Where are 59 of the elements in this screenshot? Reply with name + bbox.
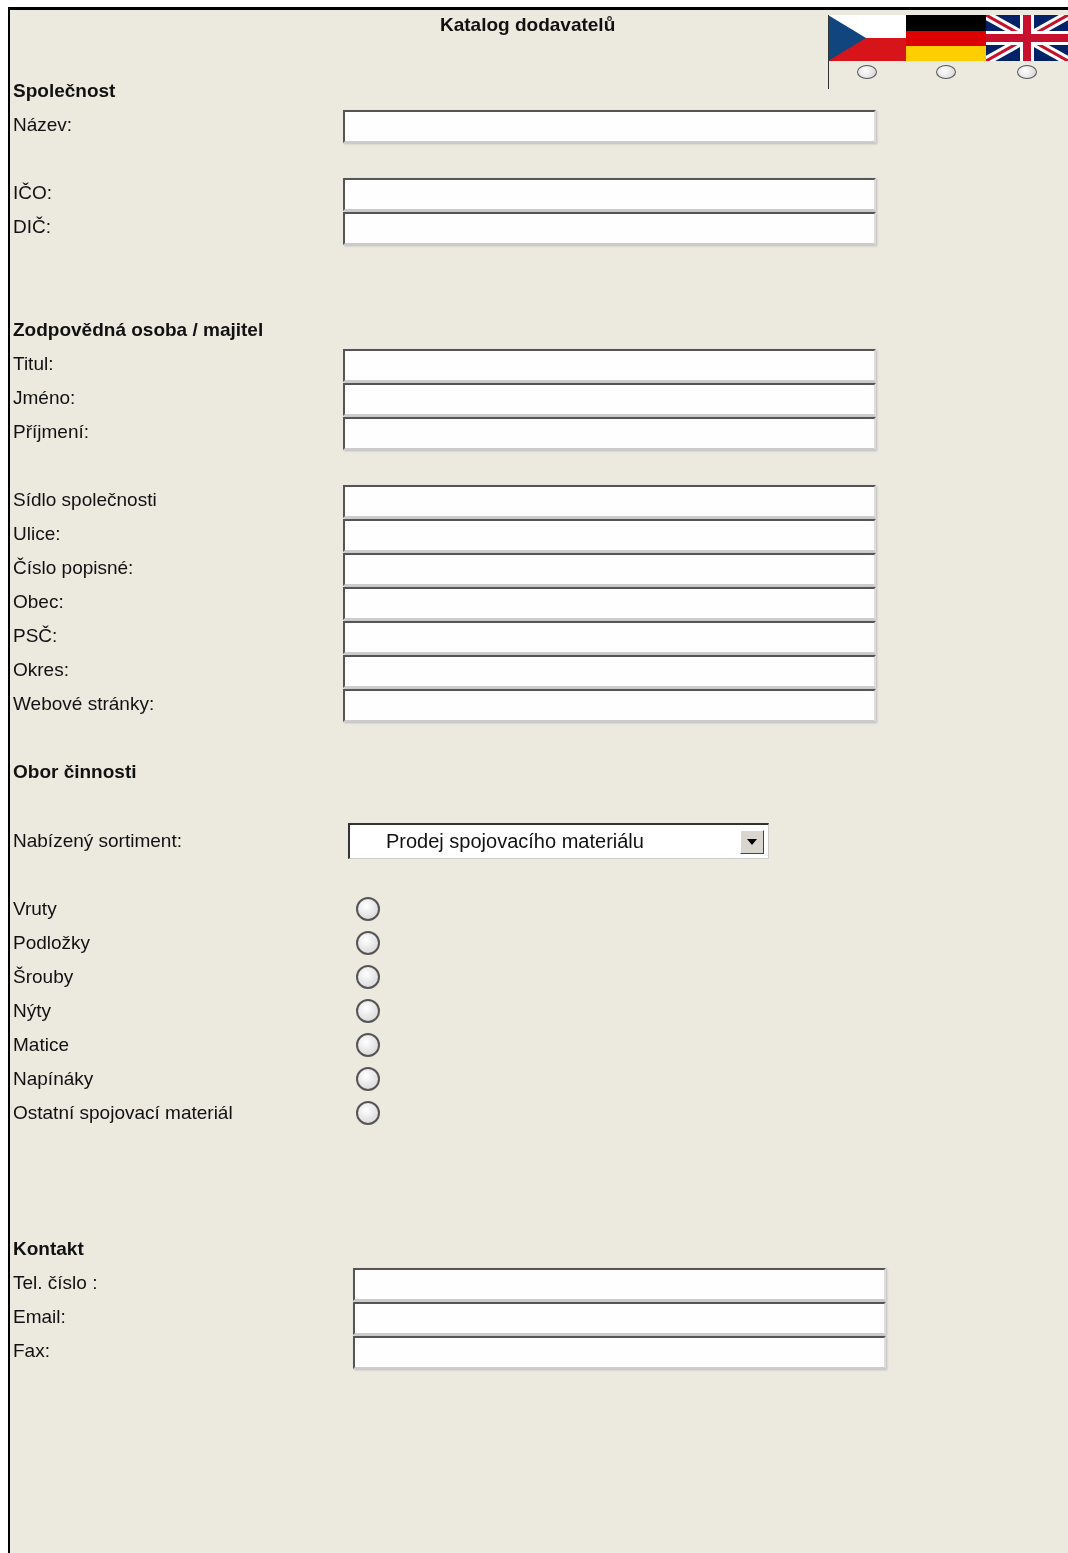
british-flag-icon[interactable] xyxy=(986,15,1068,61)
field-label: Webové stránky: xyxy=(13,693,156,715)
text-field[interactable] xyxy=(343,586,876,620)
text-field[interactable] xyxy=(343,416,876,450)
language-radio[interactable] xyxy=(936,65,956,79)
field-label: Číslo popisné: xyxy=(13,557,135,579)
text-field[interactable] xyxy=(353,1301,886,1335)
section-heading: Společnost xyxy=(13,80,116,102)
czech-flag-icon[interactable] xyxy=(828,15,906,61)
option-label: Napínáky xyxy=(13,1068,95,1090)
text-field[interactable] xyxy=(343,620,876,654)
text-field[interactable] xyxy=(343,382,876,416)
radio-button[interactable] xyxy=(356,931,380,955)
field-label: Tel. číslo : xyxy=(13,1272,99,1294)
form-title: Katalog dodavatelů xyxy=(440,14,616,36)
language-radio[interactable] xyxy=(857,65,877,79)
text-field[interactable] xyxy=(343,177,876,211)
field-label: Ulice: xyxy=(13,523,62,545)
text-field[interactable] xyxy=(343,518,876,552)
option-label: Ostatní spojovací materiál xyxy=(13,1102,234,1124)
text-field[interactable] xyxy=(343,688,876,722)
text-field[interactable] xyxy=(353,1335,886,1369)
option-label: Vruty xyxy=(13,898,58,920)
section-heading: Obor činnosti xyxy=(13,761,137,783)
field-label: PSČ: xyxy=(13,625,59,647)
text-field[interactable] xyxy=(343,348,876,382)
text-field[interactable] xyxy=(343,654,876,688)
field-label: IČO: xyxy=(13,182,54,204)
text-field[interactable] xyxy=(343,211,876,245)
field-label: Email: xyxy=(13,1306,67,1328)
text-field[interactable] xyxy=(343,484,876,518)
text-field[interactable] xyxy=(343,552,876,586)
radio-button[interactable] xyxy=(356,897,380,921)
field-label: Fax: xyxy=(13,1340,51,1362)
text-field[interactable] xyxy=(353,1267,886,1301)
radio-button[interactable] xyxy=(356,999,380,1023)
field-label: Titul: xyxy=(13,353,55,375)
field-label: DIČ: xyxy=(13,216,52,238)
radio-button[interactable] xyxy=(356,1033,380,1057)
field-label: Nabízený sortiment: xyxy=(13,830,183,852)
option-label: Nýty xyxy=(13,1000,52,1022)
german-flag-icon[interactable] xyxy=(906,15,986,61)
section-heading: Zodpovědná osoba / majitel xyxy=(13,319,264,341)
language-radio[interactable] xyxy=(1017,65,1037,79)
option-label: Šrouby xyxy=(13,966,75,988)
text-field[interactable] xyxy=(343,109,876,143)
field-label: Jméno: xyxy=(13,387,77,409)
radio-button[interactable] xyxy=(356,1067,380,1091)
option-label: Podložky xyxy=(13,932,92,954)
radio-button[interactable] xyxy=(356,1101,380,1125)
option-label: Matice xyxy=(13,1034,70,1056)
field-label: Okres: xyxy=(13,659,70,681)
field-label: Sídlo společnosti xyxy=(13,489,158,511)
field-label: Název: xyxy=(13,114,74,136)
dropdown[interactable]: Prodej spojovacího materiálu xyxy=(348,823,769,859)
field-label: Obec: xyxy=(13,591,65,613)
field-label: Příjmení: xyxy=(13,421,91,443)
section-heading: Kontakt xyxy=(13,1238,84,1260)
radio-button[interactable] xyxy=(356,965,380,989)
